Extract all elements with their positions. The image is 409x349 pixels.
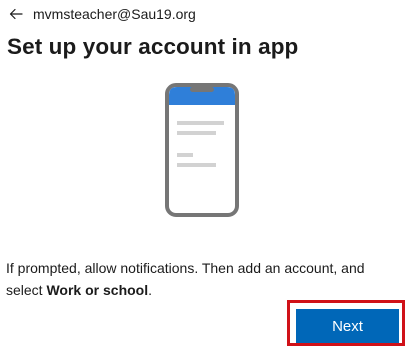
work-or-school-emphasis: Work or school — [46, 282, 149, 298]
next-button[interactable]: Next — [296, 309, 399, 343]
header-bar: mvmsteacher@Sau19.org — [9, 5, 196, 23]
phone-app-icon — [165, 83, 239, 217]
account-email: mvmsteacher@Sau19.org — [33, 6, 196, 22]
instructions-text: If prompted, allow notifications. Then a… — [6, 257, 404, 301]
instructions-text-end: . — [148, 282, 153, 298]
page-title: Set up your account in app — [7, 34, 299, 59]
arrow-left-icon[interactable] — [9, 7, 23, 21]
